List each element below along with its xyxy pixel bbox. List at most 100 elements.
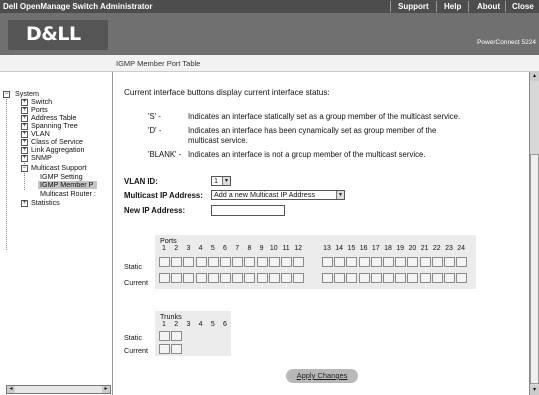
port-current-indicator[interactable] [281,273,292,283]
port-static-button[interactable] [281,257,292,267]
expand-class-of-service-icon[interactable]: + [21,139,28,146]
trunk-current-row-label: Current [124,346,148,355]
port-current-indicator[interactable] [232,273,244,283]
port-static-button[interactable] [232,257,244,267]
trunk-current-indicator[interactable] [171,344,183,354]
support-link[interactable]: Support [398,2,429,11]
vlan-id-select[interactable]: 1 ▼ [211,176,231,186]
port-static-button[interactable] [195,257,207,267]
port-static-button[interactable] [395,257,407,267]
port-current-indicator[interactable] [293,273,305,283]
port-current-indicator[interactable] [268,273,280,283]
multicast-ip-select[interactable]: Add a new Multicast IP Address ▼ [211,190,345,200]
port-static-button[interactable] [183,257,195,267]
model-name: PowerConnect 5224 [477,39,536,46]
port-current-indicator[interactable] [346,273,358,283]
content-vertical-scrollbar[interactable]: ▴ ▾ [529,72,539,395]
expand-ports-icon[interactable]: + [21,107,28,114]
new-ip-input[interactable] [211,205,285,216]
tree-item-multicast-router[interactable]: Multicast Router : [40,190,96,198]
expand-vlan-icon[interactable]: + [21,131,28,138]
port-current-indicator[interactable] [431,273,443,283]
port-current-indicator[interactable] [444,273,455,283]
port-static-button[interactable] [383,257,394,267]
port-current-indicator[interactable] [383,273,394,283]
port-static-button[interactable] [407,257,419,267]
help-link[interactable]: Help [444,2,461,11]
port-static-button[interactable] [431,257,443,267]
port-current-indicator[interactable] [370,273,382,283]
port-static-button[interactable] [293,257,305,267]
port-static-button[interactable] [444,257,455,267]
port-static-button[interactable] [171,257,183,267]
header-banner: D&LL PowerConnect 5224 [0,13,539,55]
port-static-button[interactable] [456,257,468,267]
tree-horizontal-scrollbar[interactable]: ◂ ▸ [6,385,111,394]
port-current-indicator[interactable] [244,273,256,283]
legend-key-blank: 'BLANK' - [148,150,182,159]
trunk-current-indicator[interactable] [159,344,170,354]
port-current-indicator[interactable] [207,273,219,283]
intro-text: Current interface buttons display curren… [124,88,330,97]
port-current-indicator[interactable] [419,273,431,283]
expand-snmp-icon[interactable]: + [21,155,28,162]
nav-tree: − System + Switch + Ports + Address Tabl… [0,90,112,390]
port-static-button[interactable] [322,257,333,267]
trunk-static-button[interactable] [171,331,183,341]
port-number: 2 [174,245,179,252]
tree-item-snmp[interactable]: SNMP [31,154,52,162]
port-current-indicator[interactable] [171,273,183,283]
port-static-button[interactable] [268,257,280,267]
scroll-up-icon[interactable]: ▴ [530,72,539,81]
port-static-button[interactable] [346,257,358,267]
port-static-button[interactable] [159,257,170,267]
port-current-indicator[interactable] [322,273,333,283]
expand-link-aggregation-icon[interactable]: + [21,147,28,154]
scroll-left-icon[interactable]: ◂ [7,386,15,393]
legend-key-d: 'D' - [148,126,162,135]
tree-item-multicast-support[interactable]: Multicast Support [31,164,87,172]
port-static-button[interactable] [334,257,346,267]
port-number: 23 [445,245,453,252]
static-row-label: Static [124,262,142,271]
collapse-multicast-icon[interactable]: − [21,165,28,172]
port-current-indicator[interactable] [407,273,419,283]
port-current-indicator[interactable] [159,273,170,283]
port-static-button[interactable] [358,257,370,267]
tree-item-statistics[interactable]: Statistics [31,199,60,207]
expand-statistics-icon[interactable]: + [21,200,28,207]
port-number: 7 [235,245,240,252]
scroll-thumb[interactable] [530,154,539,384]
port-current-indicator[interactable] [334,273,346,283]
app-title: Dell OpenManage Switch Administrator [3,2,153,11]
port-current-indicator[interactable] [456,273,468,283]
port-number: 9 [259,245,264,252]
port-number: 19 [396,245,405,252]
apply-changes-button[interactable]: Apply Changes [286,369,358,383]
port-static-button[interactable] [220,257,231,267]
port-current-indicator[interactable] [183,273,195,283]
port-current-indicator[interactable] [195,273,207,283]
port-static-button[interactable] [244,257,256,267]
port-static-button[interactable] [419,257,431,267]
expand-spanning-tree-icon[interactable]: + [21,123,28,130]
trunk-static-button[interactable] [159,331,170,341]
about-link[interactable]: About [477,2,500,11]
close-link[interactable]: Close [512,2,534,11]
new-ip-label: New IP Address: [124,206,186,215]
expand-switch-icon[interactable]: + [21,99,28,106]
scroll-right-icon[interactable]: ▸ [102,386,110,393]
port-static-button[interactable] [370,257,382,267]
port-current-indicator[interactable] [395,273,407,283]
port-current-indicator[interactable] [220,273,231,283]
separator [505,1,506,12]
port-current-indicator[interactable] [358,273,370,283]
port-static-button[interactable] [256,257,268,267]
expand-address-table-icon[interactable]: + [21,115,28,122]
tree-item-igmp-member-port[interactable]: IGMP Member P [38,181,98,189]
port-static-button[interactable] [207,257,219,267]
scroll-down-icon[interactable]: ▾ [530,386,539,395]
port-current-indicator[interactable] [256,273,268,283]
collapse-system-icon[interactable]: − [3,91,10,98]
vlan-id-label: VLAN ID: [124,177,158,186]
